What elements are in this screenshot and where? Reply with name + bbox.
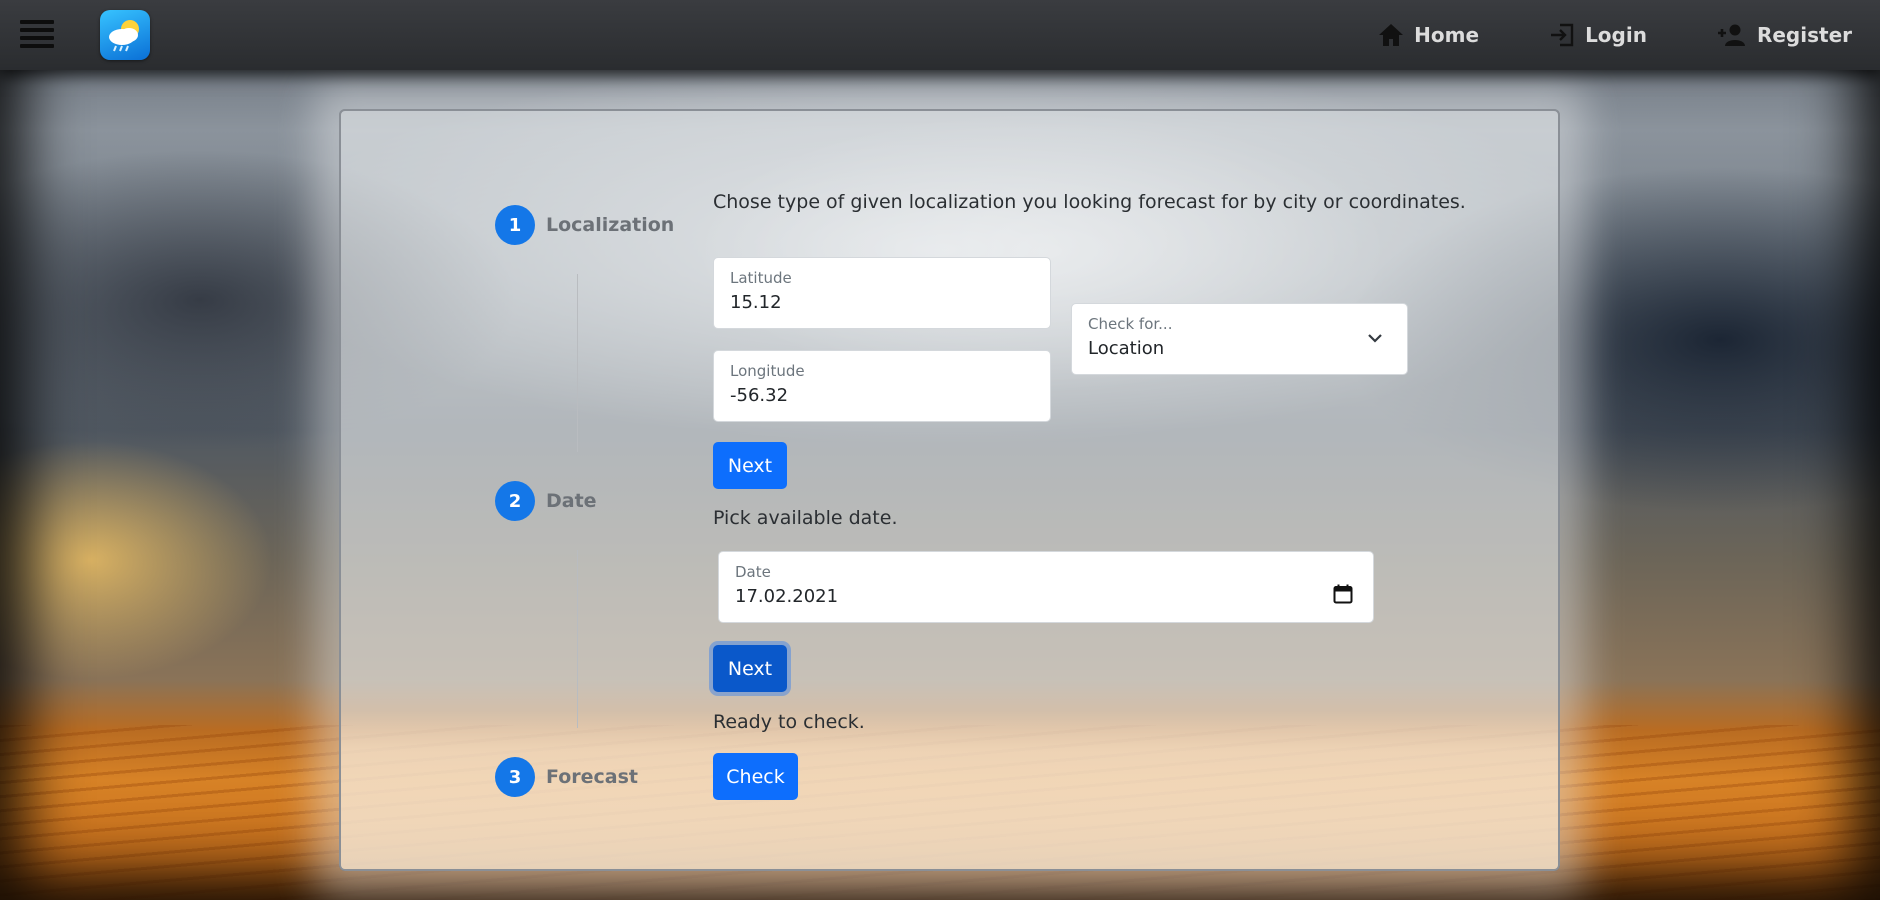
weather-logo-icon[interactable]	[100, 10, 150, 60]
date-value: 17.02.2021	[735, 586, 839, 607]
check-for-selected: Location	[1088, 338, 1165, 359]
add-user-icon	[1717, 24, 1745, 46]
nav-home-label: Home	[1414, 23, 1480, 47]
step-label: Forecast	[546, 766, 638, 788]
check-button[interactable]: Check	[713, 753, 798, 800]
nav-links: Home Login Register	[1308, 0, 1852, 70]
step-label: Localization	[546, 214, 675, 236]
localization-description: Chose type of given localization you loo…	[713, 191, 1466, 213]
step-connector-line	[577, 550, 578, 728]
step-number-badge: 2	[495, 481, 535, 521]
date-label: Date	[735, 563, 771, 581]
localization-next-button[interactable]: Next	[713, 442, 787, 489]
latitude-label: Latitude	[730, 269, 792, 287]
nav-login-label: Login	[1585, 23, 1647, 47]
nav-register-label: Register	[1756, 23, 1852, 47]
step-forecast[interactable]: 3 Forecast	[495, 757, 638, 797]
forecast-description: Ready to check.	[713, 711, 865, 733]
forecast-wizard-card: 1 Localization 2 Date 3 Forecast Chose t…	[339, 109, 1560, 871]
latitude-value: 15.12	[730, 292, 782, 313]
step-localization[interactable]: 1 Localization	[495, 205, 674, 245]
latitude-field[interactable]: Latitude 15.12	[713, 257, 1051, 329]
nav-login-link[interactable]: Login	[1549, 23, 1647, 47]
longitude-field[interactable]: Longitude -56.32	[713, 350, 1051, 422]
step-number-badge: 1	[495, 205, 535, 245]
longitude-value: -56.32	[730, 385, 789, 406]
step-date[interactable]: 2 Date	[495, 481, 597, 521]
check-for-label: Check for...	[1088, 315, 1173, 333]
top-navbar: Home Login Register	[0, 0, 1880, 70]
chevron-down-icon	[1368, 334, 1382, 343]
date-field[interactable]: Date 17.02.2021	[718, 551, 1374, 623]
date-description: Pick available date.	[713, 507, 898, 529]
step-number-badge: 3	[495, 757, 535, 797]
step-connector-line	[577, 274, 578, 452]
hamburger-menu-icon[interactable]	[20, 20, 54, 50]
calendar-icon[interactable]	[1333, 584, 1353, 604]
check-for-select[interactable]: Check for... Location	[1071, 303, 1408, 375]
nav-register-link[interactable]: Register	[1717, 23, 1852, 47]
home-icon	[1379, 24, 1404, 46]
step-label: Date	[546, 490, 597, 512]
date-next-button[interactable]: Next	[713, 645, 787, 692]
longitude-label: Longitude	[730, 362, 805, 380]
nav-home-link[interactable]: Home	[1378, 23, 1479, 47]
login-icon	[1551, 23, 1574, 47]
